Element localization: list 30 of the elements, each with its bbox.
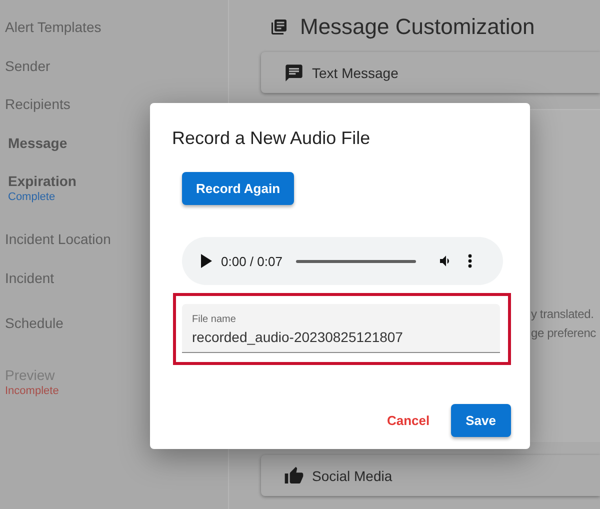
step-status: Incomplete — [5, 384, 60, 397]
chat-icon — [284, 62, 304, 82]
progress-slider[interactable] — [296, 260, 416, 262]
field-label: File name — [192, 314, 237, 326]
sidebar-item[interactable]: Recipients — [5, 94, 70, 114]
social-media-card[interactable]: Social Media — [261, 455, 600, 496]
step-status: Complete — [7, 191, 56, 204]
library-icon — [270, 18, 288, 36]
save-button[interactable]: Save — [450, 404, 511, 437]
sidebar-item[interactable]: Incident — [5, 268, 54, 288]
more-options-icon[interactable] — [468, 254, 472, 268]
description-text: y translated. — [531, 306, 595, 323]
sidebar-item[interactable]: Sender — [5, 56, 50, 76]
playback-time: 0:00 / 0:07 — [221, 254, 282, 268]
sidebar-item[interactable]: Schedule — [5, 312, 64, 333]
sidebar-item[interactable]: Message — [5, 132, 68, 153]
file-name-field[interactable]: File name recorded_audio-20230825121807 — [182, 304, 500, 353]
sidebar-item[interactable]: Incident Location — [5, 229, 111, 250]
record-again-button[interactable]: Record Again — [182, 172, 294, 205]
cancel-button[interactable]: Cancel — [382, 405, 434, 436]
description-text: ge preferenc — [531, 325, 597, 342]
play-icon[interactable] — [200, 254, 212, 268]
dialog-title: Record a New Audio File — [172, 127, 372, 149]
audio-player[interactable]: 0:00 / 0:07 — [182, 237, 503, 285]
thumbs-up-icon — [284, 466, 304, 486]
text-message-card[interactable]: Text Message — [261, 52, 600, 93]
sidebar-item[interactable]: Expiration — [5, 171, 76, 192]
sidebar-item[interactable]: Alert Templates — [5, 17, 102, 37]
file-name-input[interactable]: recorded_audio-20230825121807 — [192, 329, 490, 345]
page-title: Message Customization — [300, 14, 535, 40]
